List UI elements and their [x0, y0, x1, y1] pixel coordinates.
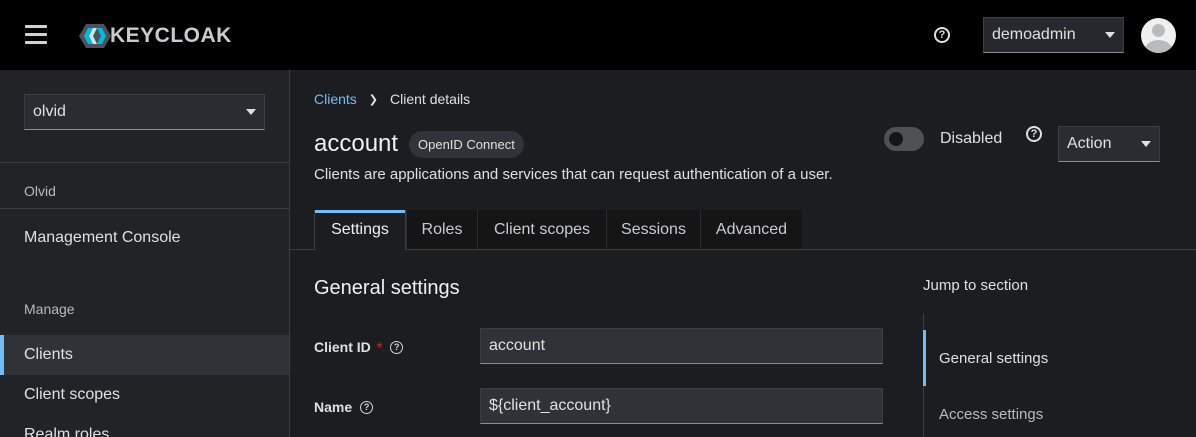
- name-label: Name ?: [314, 399, 374, 415]
- enabled-toggle-label: Disabled: [940, 130, 1003, 147]
- section-title-general-settings: General settings: [314, 277, 460, 299]
- breadcrumb-clients-link[interactable]: Clients: [314, 91, 357, 107]
- chevron-right-icon: ❯: [368, 93, 379, 106]
- tab-roles[interactable]: Roles: [406, 210, 477, 249]
- page-description: Clients are applications and services th…: [314, 166, 833, 183]
- action-dropdown-label: Action: [1067, 135, 1112, 152]
- tab-label: Settings: [331, 221, 389, 238]
- enabled-toggle[interactable]: [884, 127, 924, 151]
- sidebar-section-manage: Manage: [24, 301, 75, 317]
- masthead: KEYCLOAK ? demoadmin: [0, 0, 1196, 70]
- user-dropdown-label: demoadmin: [992, 26, 1076, 43]
- tab-advanced[interactable]: Advanced: [700, 210, 802, 249]
- sidebar-divider: [0, 208, 289, 209]
- name-input[interactable]: [480, 388, 883, 424]
- name-label-text: Name: [314, 399, 353, 415]
- avatar-body-shape: [1145, 40, 1172, 53]
- tabs-divider: [290, 249, 1196, 250]
- help-icon[interactable]: ?: [360, 400, 374, 414]
- jump-to-section-title: Jump to section: [923, 277, 1029, 294]
- sidebar-item-label: Client scopes: [24, 386, 121, 403]
- caret-down-icon: [1105, 32, 1115, 38]
- sidebar-item-label: Clients: [24, 346, 73, 363]
- sidebar-item-realm-roles[interactable]: Realm roles: [0, 415, 289, 437]
- sidebar-item-label: Management Console: [24, 229, 181, 246]
- tab-settings[interactable]: Settings: [314, 210, 406, 250]
- tab-label: Roles: [421, 220, 463, 238]
- jump-link-label: Access settings: [939, 405, 1044, 423]
- jump-link-label: General settings: [939, 349, 1049, 367]
- breadcrumb: Clients ❯ Client details: [314, 91, 470, 107]
- protocol-badge: OpenID Connect: [409, 131, 524, 158]
- client-id-input[interactable]: [480, 328, 883, 364]
- caret-down-icon: [246, 109, 256, 115]
- breadcrumb-current: Client details: [390, 91, 471, 107]
- realm-display-name: Olvid: [24, 183, 56, 199]
- tab-label: Advanced: [715, 220, 788, 238]
- sidebar-item-client-scopes[interactable]: Client scopes: [0, 375, 289, 415]
- sidebar-item-clients[interactable]: Clients: [0, 335, 289, 375]
- tab-label: Client scopes: [493, 220, 591, 238]
- keycloak-logo-icon: [79, 24, 111, 48]
- help-icon[interactable]: ?: [390, 340, 404, 354]
- realm-selector[interactable]: olvid: [24, 94, 265, 130]
- keycloak-logo[interactable]: KEYCLOAK: [78, 23, 232, 49]
- main-content: Clients ❯ Client details account OpenID …: [290, 70, 1196, 437]
- toggle-knob: [889, 132, 903, 146]
- jump-link-access-settings[interactable]: Access settings: [923, 386, 1196, 437]
- page-title: account: [314, 130, 399, 157]
- sidebar-item-label: Realm roles: [24, 426, 110, 437]
- tab-client-scopes[interactable]: Client scopes: [477, 210, 606, 249]
- avatar[interactable]: [1141, 18, 1176, 53]
- help-icon[interactable]: ?: [934, 27, 950, 43]
- caret-down-icon: [1141, 141, 1151, 147]
- menu-icon[interactable]: [25, 25, 47, 45]
- realm-selector-label: olvid: [33, 103, 66, 120]
- client-id-label-text: Client ID: [314, 339, 371, 355]
- tab-sessions[interactable]: Sessions: [606, 210, 700, 249]
- help-icon[interactable]: ?: [1026, 126, 1042, 142]
- sidebar-divider: [0, 162, 289, 163]
- avatar-head-shape: [1152, 24, 1165, 37]
- sidebar-item-management-console[interactable]: Management Console: [0, 218, 289, 258]
- sidebar: olvid Olvid Management Console Manage Cl…: [0, 70, 290, 437]
- logo-text: KEYCLOAK: [110, 24, 232, 47]
- tab-label: Sessions: [621, 220, 686, 238]
- required-marker: *: [376, 339, 383, 355]
- user-dropdown[interactable]: demoadmin: [983, 17, 1124, 53]
- client-id-label: Client ID * ?: [314, 339, 404, 355]
- action-dropdown[interactable]: Action: [1058, 126, 1160, 162]
- jump-link-general-settings[interactable]: General settings: [923, 330, 1196, 386]
